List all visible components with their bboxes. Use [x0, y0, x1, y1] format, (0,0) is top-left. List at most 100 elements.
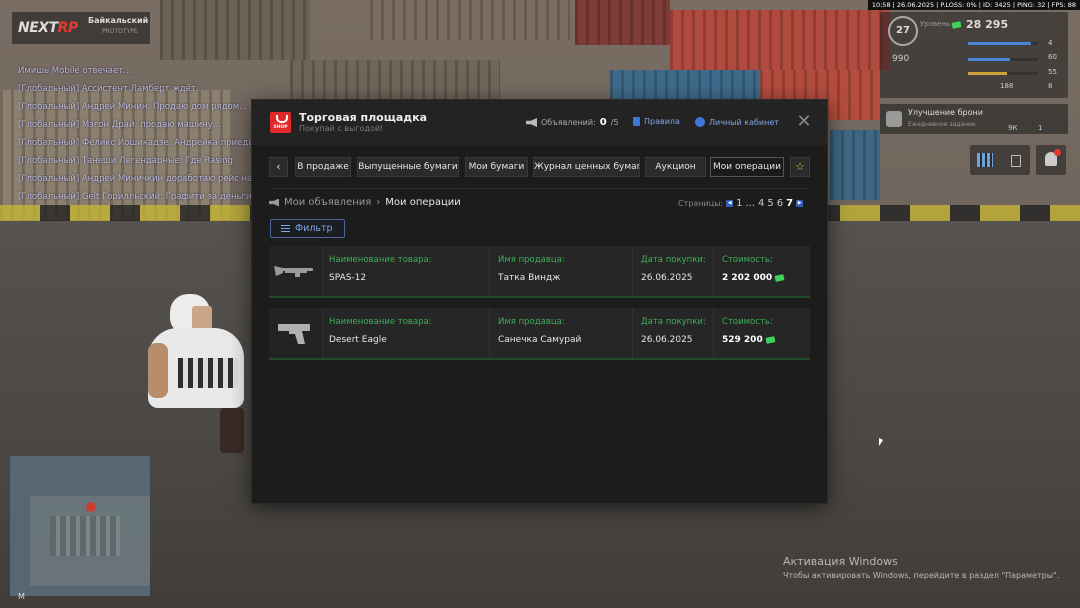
chat-line: [Глобальный] Ассистент Ламберт ждёт...: [18, 84, 204, 94]
cost-amount: 529 200: [722, 335, 763, 345]
tab-my-papers[interactable]: Мои бумаги: [465, 157, 528, 177]
armor-icon: [886, 111, 902, 127]
server-subtitle: PROTOTYPE: [102, 28, 138, 35]
daily-task-title: Улучшение брони: [908, 108, 983, 117]
tab-securities-journal[interactable]: Журнал ценных бумаг: [533, 157, 640, 177]
seller-cell: Имя продавца: Татка Виндж: [490, 246, 633, 296]
player-stats-panel: 27 Уровень 28 295 990 4 60 55 188 8: [880, 12, 1068, 98]
mouse-cursor-icon: [879, 438, 883, 446]
tab-issued-papers[interactable]: Выпущенные бумаги: [357, 157, 459, 177]
item-name-label: Наименование товара:: [329, 255, 432, 265]
minimap: [10, 456, 150, 596]
container: [575, 0, 670, 45]
cost-value: 529 200: [722, 335, 776, 345]
cash-value: 990: [892, 54, 910, 64]
map-button[interactable]: [970, 145, 1000, 175]
next-page-button[interactable]: ▶: [796, 200, 804, 207]
purchase-date: 26.06.2025: [641, 335, 693, 345]
container: [370, 0, 570, 40]
stat-small-2: 8: [1048, 82, 1053, 90]
cabinet-label: Личный кабинет: [709, 117, 779, 127]
date-label: Дата покупки:: [641, 317, 706, 327]
page-link[interactable]: 6: [777, 198, 783, 209]
ads-counter: Объявлений: 0 /5: [526, 117, 619, 128]
personal-cabinet-link[interactable]: Личный кабинет: [695, 117, 779, 127]
modal-header: SHOP Торговая площадка Покупай с выгодой…: [252, 100, 827, 145]
cost-label: Стоимость:: [722, 255, 773, 265]
daily-task-panel[interactable]: Улучшение брони Ежедневное задание 9К 1: [880, 104, 1068, 134]
container: [670, 10, 890, 70]
rules-label: Правила: [644, 117, 680, 126]
stat-small-1: 4: [1048, 39, 1053, 47]
purchase-date: 26.06.2025: [641, 273, 693, 283]
modal-subtitle: Покупай с выгодой!: [299, 124, 384, 133]
grid-icon: [977, 153, 993, 167]
cart-icon: [276, 115, 288, 123]
breadcrumb-my-ads[interactable]: Мои объявления: [284, 197, 371, 208]
page-link-current[interactable]: 7: [786, 198, 793, 209]
level-badge: 27: [888, 16, 918, 46]
player-character: [148, 288, 248, 458]
page-ellipsis: ...: [745, 198, 756, 209]
divider: [269, 188, 810, 189]
chevron-left-icon: ‹: [276, 160, 281, 173]
item-name-cell: Наименование товара: SPAS-12: [322, 246, 490, 296]
bank-balance: 28 295: [966, 18, 1009, 31]
page-link[interactable]: 5: [767, 198, 773, 209]
tab-on-sale[interactable]: В продаже: [295, 157, 351, 177]
page-link[interactable]: 1: [736, 198, 742, 209]
marketplace-modal: SHOP Торговая площадка Покупай с выгодой…: [252, 100, 827, 503]
cost-cell: Стоимость: 2 202 000: [714, 246, 810, 296]
money-icon: [774, 274, 785, 282]
seller-label: Имя продавца:: [498, 317, 565, 327]
minimap-compass: М: [18, 592, 25, 601]
server-name: Байкальский: [88, 16, 149, 25]
seller-name: Татка Виндж: [498, 273, 561, 283]
operation-row[interactable]: Наименование товара: SPAS-12 Имя продавц…: [269, 246, 810, 298]
task-count-1: 9К: [1008, 124, 1018, 132]
page-link[interactable]: 4: [758, 198, 764, 209]
favorites-button[interactable]: ☆: [790, 157, 810, 177]
ads-count: 0: [599, 117, 607, 128]
tab-my-operations[interactable]: Мои операции: [710, 157, 784, 177]
prev-page-button[interactable]: ◀: [726, 200, 734, 207]
notifications-button[interactable]: [1036, 145, 1066, 175]
armor-bar: [968, 72, 1038, 75]
operation-row[interactable]: Наименование товара: Desert Eagle Имя пр…: [269, 308, 810, 360]
money-icon: [765, 336, 776, 344]
seller-name: Санечка Самурай: [498, 335, 582, 345]
filter-button[interactable]: Фильтр: [270, 219, 345, 238]
item-thumbnail: [269, 308, 323, 358]
chat-line: [Глобальный] Gelt Горилльский: Графити з…: [18, 192, 252, 202]
seller-cell: Имя продавца: Санечка Самурай: [490, 308, 633, 358]
document-icon: [633, 117, 640, 126]
level-label: Уровень: [920, 20, 951, 28]
item-thumbnail: [269, 246, 323, 296]
money-icon: [951, 21, 962, 29]
phone-button[interactable]: [1000, 145, 1030, 175]
stamina-bar: [968, 42, 1038, 45]
item-name-cell: Наименование товара: Desert Eagle: [322, 308, 490, 358]
close-icon[interactable]: ✕: [796, 113, 812, 131]
date-cell: Дата покупки: 26.06.2025: [633, 308, 714, 358]
back-button[interactable]: ‹: [269, 157, 288, 177]
chat-line: [Глобальный] Танеши Легендарные: Где Ras…: [18, 156, 233, 166]
chat-line: [Глобальный] Андрей Миничкин доработаю р…: [18, 174, 258, 184]
armor-value: 55: [1048, 68, 1057, 76]
windows-activation-watermark: Активация Windows Чтобы активировать Win…: [783, 555, 1059, 580]
cost-cell: Стоимость: 529 200: [714, 308, 810, 358]
cost-value: 2 202 000: [722, 273, 785, 283]
ammo-value: 188: [1000, 82, 1014, 90]
megaphone-icon: [526, 118, 537, 127]
shop-logo-icon: SHOP: [270, 112, 291, 133]
shop-badge: SHOP: [273, 125, 288, 130]
tab-auction[interactable]: Аукцион: [645, 157, 706, 177]
player-marker-icon: [86, 502, 96, 512]
ads-label: Объявлений:: [541, 118, 596, 127]
windows-activation-title: Активация Windows: [783, 555, 898, 568]
pistol-icon: [278, 324, 310, 344]
user-icon: [695, 117, 705, 127]
rules-link[interactable]: Правила: [633, 117, 680, 126]
chat-line: [Глобальный] Андрей Минин: Продаю дом ря…: [18, 102, 248, 112]
pages-label: Страницы:: [678, 199, 724, 208]
